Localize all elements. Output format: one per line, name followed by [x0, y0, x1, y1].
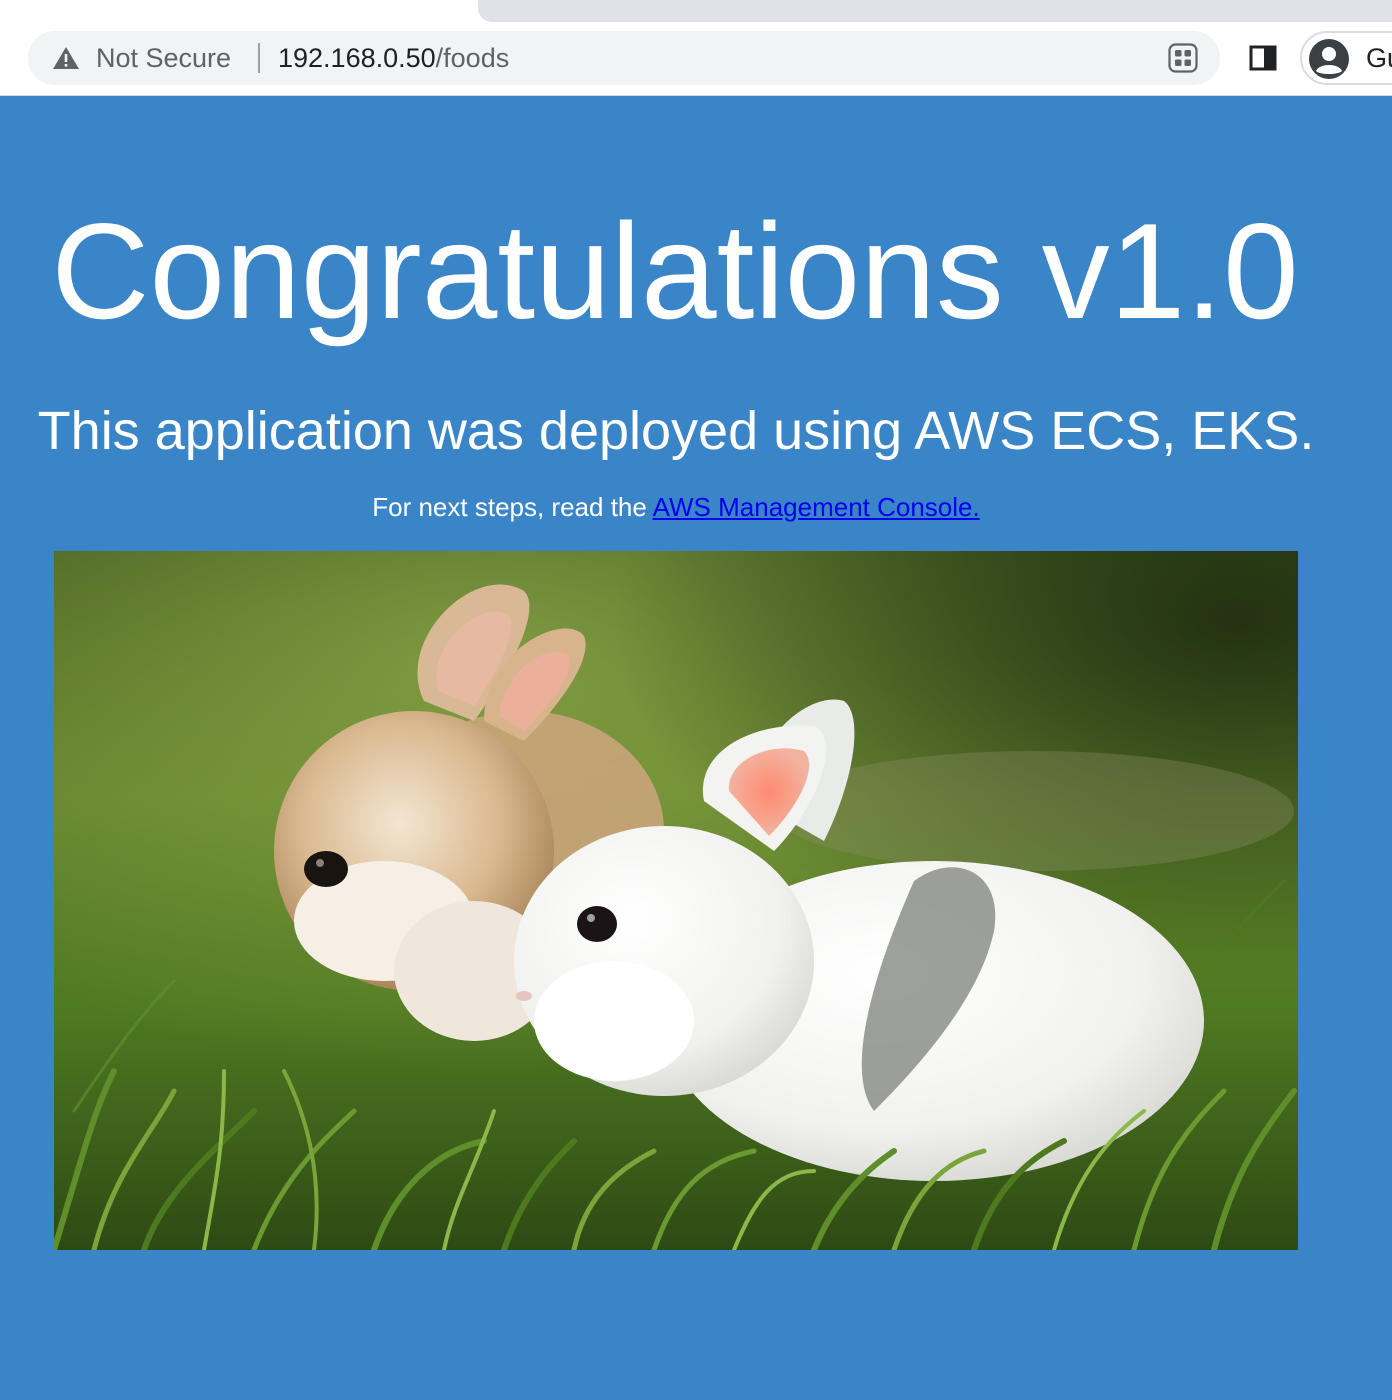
next-steps-prefix: For next steps, read the — [372, 492, 653, 522]
url-divider — [258, 43, 260, 73]
browser-toolbar: Not Secure 192.168.0.50/foods Gu — [0, 0, 1392, 96]
warning-icon[interactable] — [52, 45, 80, 71]
url-text[interactable]: 192.168.0.50/foods — [278, 43, 509, 73]
deployment-message: This application was deployed using AWS … — [37, 401, 1315, 461]
aws-console-link[interactable]: AWS Management Console. — [653, 492, 980, 522]
rabbits-photo — [54, 551, 1298, 1250]
profile-button[interactable]: Gu — [1300, 31, 1392, 85]
page-title: Congratulations v1.0 — [51, 195, 1299, 347]
side-panel-icon[interactable] — [1248, 44, 1278, 72]
profile-name: Gu — [1366, 43, 1392, 73]
page-body: Congratulations v1.0 This application wa… — [0, 96, 1392, 1400]
next-steps-text: For next steps, read the AWS Management … — [0, 491, 1352, 523]
avatar-icon — [1309, 39, 1349, 79]
rabbits-illustration — [54, 551, 1298, 1250]
security-label[interactable]: Not Secure — [96, 43, 231, 73]
active-tab[interactable] — [0, 0, 478, 22]
qr-code-icon[interactable] — [1168, 43, 1198, 73]
address-bar[interactable]: Not Secure 192.168.0.50/foods — [28, 31, 1220, 85]
url-host: 192.168.0.50 — [278, 43, 436, 73]
url-path: /foods — [435, 43, 510, 73]
tab-strip — [478, 0, 1392, 22]
